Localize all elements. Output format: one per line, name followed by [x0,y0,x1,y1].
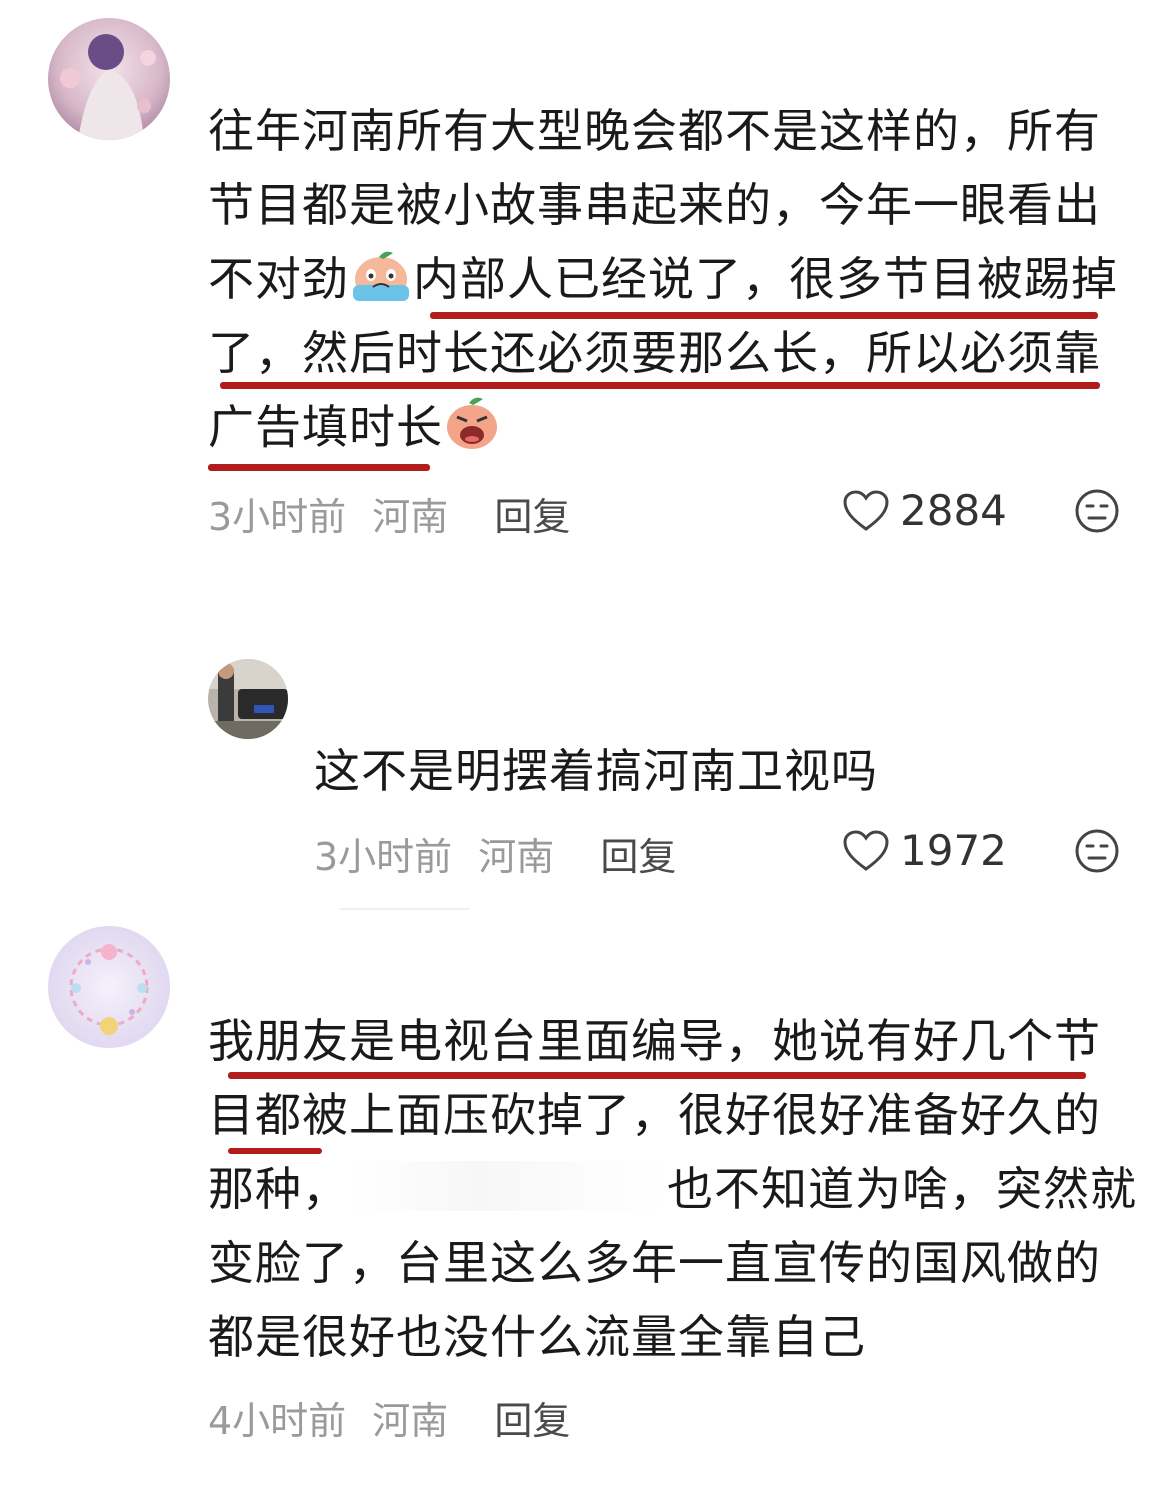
comment-line: 了，然后时长还必须要那么长，所以必须靠 [208,326,1101,380]
dislike-button[interactable] [1074,828,1120,878]
heart-outline-icon [843,489,889,531]
comment-line: 内部人已经说了，很多节目被踢掉 [413,252,1118,306]
avatar[interactable] [48,926,170,1048]
comment-line: 那种， [208,1162,349,1216]
neutral-face-icon [1075,829,1119,873]
blurred-text-mask [349,1161,667,1211]
highlight-underline [228,1072,1086,1079]
comment-line: 变脸了，台里这么多年一直宣传的国风做的 [208,1236,1101,1290]
comment-line: 目都被上面压砍掉了，很好很好准备好久的 [208,1088,1101,1142]
highlight-underline [220,382,1100,389]
heart-outline-icon [843,829,889,871]
comment-line: 都是很好也没什么流量全靠自己 [208,1310,866,1364]
like-count: 2884 [900,486,1007,535]
comment-meta: 3小时前 河南 回复 [314,826,676,881]
reply-button[interactable]: 回复 [494,495,570,539]
avatar[interactable] [208,659,288,739]
like-button[interactable]: 2884 [842,486,1007,535]
like-button[interactable]: 1972 [842,826,1007,875]
like-count: 1972 [900,826,1007,875]
reply-button[interactable]: 回复 [600,835,676,879]
crying-peach-emoji-icon [349,249,413,324]
comment-line: 这不是明摆着搞河南卫视吗 [314,744,878,798]
highlight-underline [208,464,430,471]
comment-line: 我朋友是电视台里面编导，她说有好几个节 [208,1014,1101,1068]
comment-time: 3小时前 [208,495,347,539]
highlight-underline [228,1148,322,1154]
comment-time: 4小时前 [208,1399,347,1443]
comment-line: 不对劲 [208,252,349,306]
reply-button[interactable]: 回复 [494,1399,570,1443]
comment-location: 河南 [372,1399,449,1443]
avatar[interactable] [48,18,170,140]
comment-location: 河南 [372,495,449,539]
comment-meta: 3小时前 河南 回复 [208,486,570,541]
highlight-underline [430,312,1098,319]
neutral-face-icon [1075,489,1119,533]
comment-line: 广告填时长 [208,400,443,454]
comment-location: 河南 [478,835,555,879]
comment-body: 我朋友是电视台里面编导，她说有好几个节 目都被上面压砍掉了，很好很好准备好久的 … [208,1004,1137,1374]
comment-meta: 4小时前 河南 回复 [208,1390,570,1445]
divider [340,908,470,910]
dislike-button[interactable] [1074,488,1120,538]
comment-line: 也不知道为啥，突然就 [667,1162,1137,1216]
comment-body: 这不是明摆着搞河南卫视吗 [314,734,878,808]
comment-line: 节目都是被小故事串起来的，今年一眼看出 [208,178,1101,232]
comment-line: 往年河南所有大型晚会都不是这样的，所有 [208,104,1101,158]
comment-body: 往年河南所有大型晚会都不是这样的，所有 节目都是被小故事串起来的，今年一眼看出 … [208,94,1118,464]
comment-time: 3小时前 [314,835,453,879]
wailing-peach-emoji-icon [443,395,501,472]
